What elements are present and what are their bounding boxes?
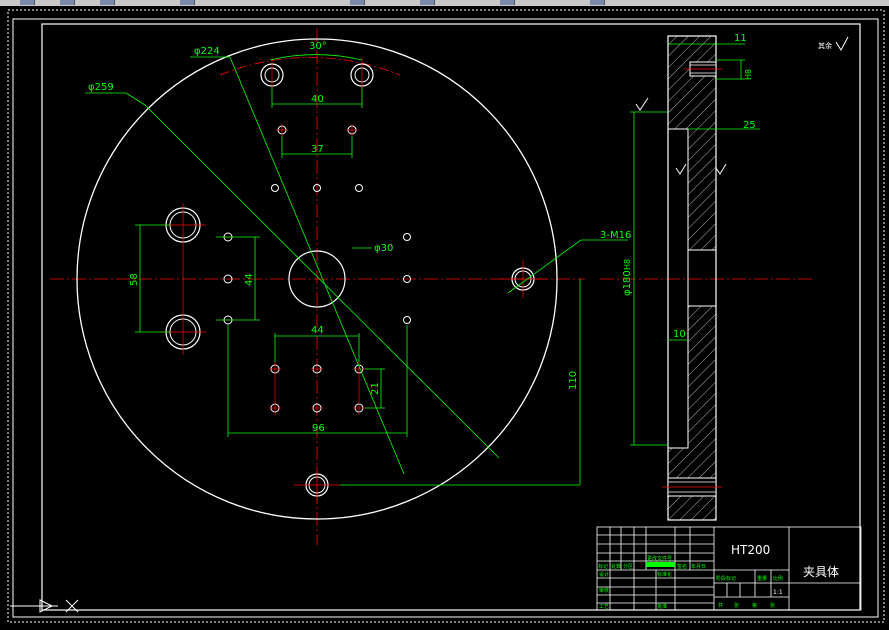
title-label: 年月日 bbox=[691, 563, 706, 570]
dim-10: 10 bbox=[673, 329, 686, 340]
dim-angle-30: 30° bbox=[309, 41, 327, 52]
roughness-symbol bbox=[675, 163, 687, 175]
dim-25-suffix: H8 bbox=[744, 69, 753, 80]
material-label: HT200 bbox=[731, 543, 770, 557]
dim-96: 96 bbox=[312, 423, 325, 434]
roughness-general-label: 其余 bbox=[818, 41, 832, 50]
dim-phi180-suffix: H8 bbox=[623, 259, 632, 270]
dim-44-vertical: 44 bbox=[244, 273, 255, 286]
front-dimensions bbox=[85, 54, 628, 486]
title-label: 标准化 bbox=[657, 571, 672, 578]
dim-40: 40 bbox=[311, 94, 324, 105]
scale-value: 1:1 bbox=[773, 589, 783, 596]
dim-phi224: φ224 bbox=[194, 46, 220, 57]
title-label: 张 bbox=[770, 602, 775, 609]
roughness-symbol bbox=[715, 163, 727, 175]
title-label: 审核 bbox=[599, 587, 609, 594]
dim-58: 58 bbox=[129, 273, 140, 286]
roughness-symbol bbox=[635, 97, 649, 111]
dim-44-horizontal: 44 bbox=[311, 325, 324, 336]
title-label: 设计 bbox=[599, 571, 609, 578]
title-label: 张 bbox=[734, 602, 739, 609]
general-roughness-note: 其余 bbox=[818, 36, 849, 51]
title-label: 工艺 bbox=[599, 604, 609, 610]
dim-phi180: φ180 bbox=[622, 270, 633, 296]
dim-21: 21 bbox=[370, 382, 381, 395]
title-label: 批准 bbox=[657, 603, 667, 610]
part-name: 夹具体 bbox=[803, 565, 839, 579]
dim-phi259: φ259 bbox=[88, 82, 114, 93]
drawing-frame bbox=[41, 23, 861, 611]
ucs-icon bbox=[10, 599, 79, 613]
dim-phi30: φ30 bbox=[374, 243, 393, 254]
title-highlight-bar bbox=[646, 562, 675, 567]
title-label: 比例 bbox=[773, 575, 783, 582]
title-label: 处数 bbox=[611, 563, 621, 570]
cad-drawing-viewport[interactable]: φ224 φ259 30° 40 37 58 44 φ30 3-M16 44 2… bbox=[0, 0, 889, 630]
title-label: 标记 bbox=[598, 563, 608, 570]
dim-25: 25 bbox=[743, 120, 756, 131]
front-view: φ224 φ259 30° 40 37 58 44 φ30 3-M16 44 2… bbox=[50, 28, 631, 545]
engineering-drawing: φ224 φ259 30° 40 37 58 44 φ30 3-M16 44 2… bbox=[7, 9, 885, 623]
dim-110: 110 bbox=[568, 371, 579, 390]
title-label: 共 bbox=[718, 602, 723, 609]
title-label: 阶段标记 bbox=[716, 575, 736, 582]
dim-3-m16: 3-M16 bbox=[600, 230, 631, 241]
title-label: 重量 bbox=[757, 575, 767, 582]
title-label: 第 bbox=[752, 602, 757, 609]
dim-37: 37 bbox=[311, 144, 324, 155]
dim-11: 11 bbox=[734, 33, 747, 44]
title-label: 分区 bbox=[623, 563, 633, 570]
title-label: 更改文件号 bbox=[647, 555, 672, 562]
section-view: 11 H8 25 10 φ180 H8 bbox=[600, 33, 812, 521]
title-label: 签名 bbox=[677, 563, 687, 570]
